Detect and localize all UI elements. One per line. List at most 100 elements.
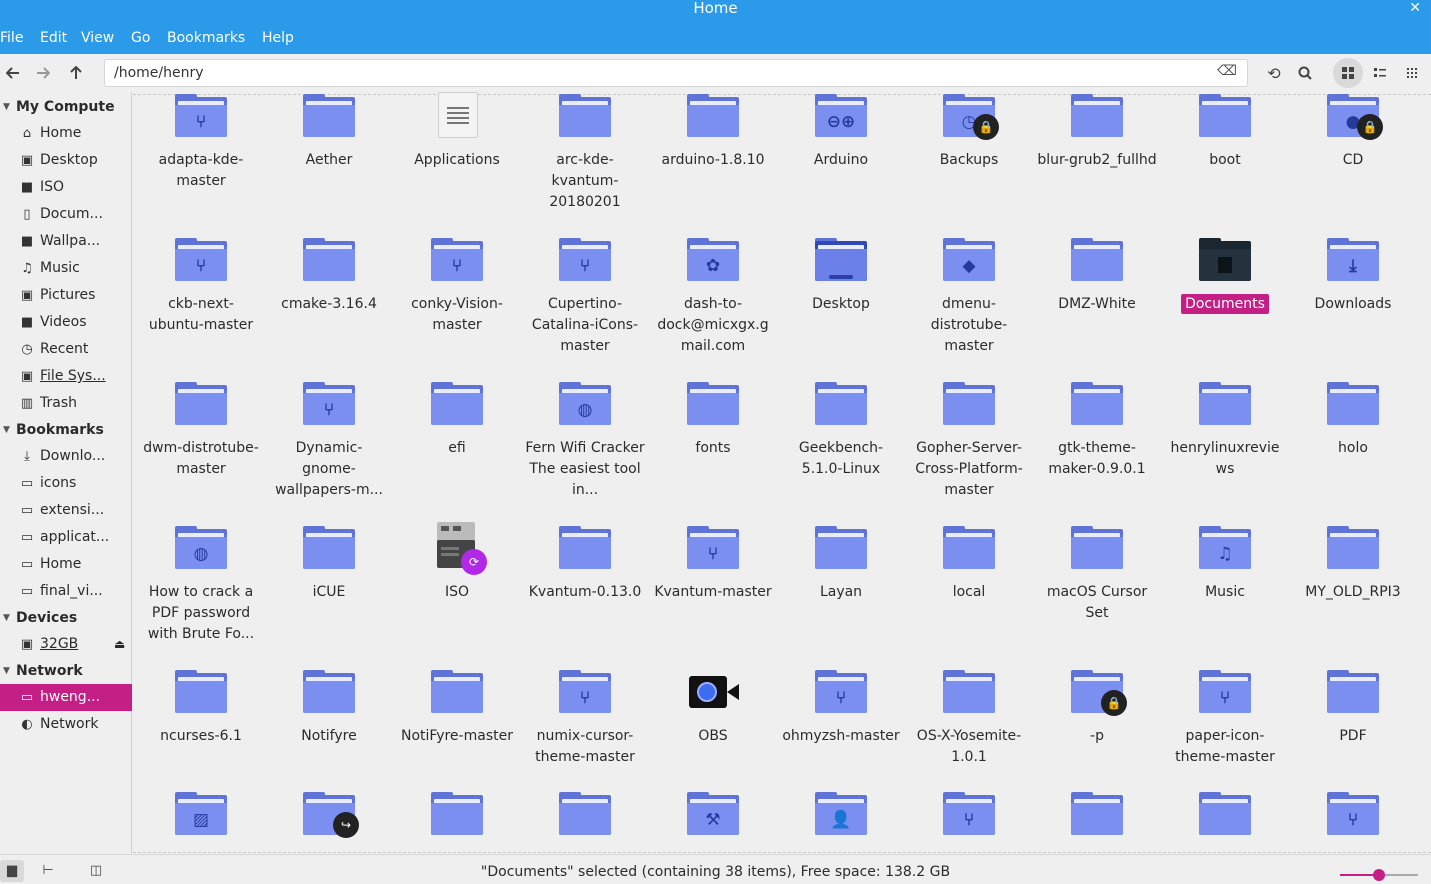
arrow-up-icon[interactable]	[64, 61, 88, 85]
file-item[interactable]: Notifyre	[265, 668, 393, 747]
arrow-right-icon[interactable]	[31, 61, 55, 85]
file-item[interactable]: Gopher-Server-Cross-Platform-master	[905, 380, 1033, 501]
file-item[interactable]: henrylinuxreviews	[1161, 380, 1289, 480]
file-item[interactable]: efi	[393, 380, 521, 459]
menu-help[interactable]: Help	[262, 30, 294, 46]
sidebar-item-wallpapers[interactable]: ■ Wallpa...	[0, 228, 132, 255]
file-item[interactable]: ⚒	[649, 790, 777, 836]
file-item[interactable]: ⑂ ohmyzsh-master	[777, 668, 905, 747]
sidebar-item-32gb[interactable]: ▣ 32GB ⏏	[0, 631, 132, 658]
compact-icon[interactable]	[1397, 58, 1427, 88]
file-item[interactable]: ⑂ Cupertino-Catalina-iCons-master	[521, 236, 649, 357]
file-item[interactable]: ⑂ adapta-kde-master	[137, 92, 265, 192]
eject-icon[interactable]: ⏏	[114, 631, 125, 658]
file-item[interactable]	[521, 790, 649, 836]
file-item[interactable]: Aether	[265, 92, 393, 171]
sidebar-item-documents[interactable]: ▯ Docum...	[0, 201, 132, 228]
file-item[interactable]: macOS Cursor Set	[1033, 524, 1161, 624]
file-item[interactable]	[1161, 790, 1289, 836]
menu-edit[interactable]: Edit	[40, 30, 67, 46]
file-item[interactable]: ⑂ Dynamic-gnome-wallpapers-m...	[265, 380, 393, 501]
file-item[interactable]: Documents	[1161, 236, 1289, 315]
search-icon[interactable]	[1293, 61, 1317, 85]
file-item[interactable]: OBS	[649, 668, 777, 747]
file-item[interactable]: ◆ dmenu-distrotube-master	[905, 236, 1033, 357]
chevron-down-icon[interactable]: ▼	[3, 95, 10, 119]
sidebar-item-home-bookmark[interactable]: ▭ Home	[0, 551, 132, 578]
file-item[interactable]: ⑂	[905, 790, 1033, 836]
file-item[interactable]: iCUE	[265, 524, 393, 603]
file-item[interactable]: ✿ dash-to-dock@micxgx.gmail.com	[649, 236, 777, 357]
file-item[interactable]: ⑂ ckb-next-ubuntu-master	[137, 236, 265, 336]
sidebar-item-applications[interactable]: ▭ applicat...	[0, 524, 132, 551]
file-item[interactable]: local	[905, 524, 1033, 603]
file-item[interactable]	[1033, 790, 1161, 836]
file-item[interactable]: DMZ-White	[1033, 236, 1161, 315]
sidebar-item-pictures[interactable]: ▣ Pictures	[0, 282, 132, 309]
chevron-down-icon[interactable]: ▼	[3, 418, 10, 442]
file-item[interactable]: MY_OLD_RPI3	[1289, 524, 1417, 603]
file-item[interactable]: ◍ Fern Wifi Cracker The easiest tool in..…	[521, 380, 649, 501]
backspace-icon[interactable]: ⌫	[1217, 63, 1237, 79]
arrow-left-icon[interactable]	[1, 61, 25, 85]
chevron-down-icon[interactable]: ▼	[3, 606, 10, 630]
file-item[interactable]: ◍ How to crack a PDF password with Brute …	[137, 524, 265, 645]
list-icon[interactable]	[1365, 58, 1395, 88]
file-item[interactable]: dwm-distrotube-master	[137, 380, 265, 480]
file-item[interactable]: ● 🔒 CD	[1289, 92, 1417, 171]
file-item[interactable]: PDF	[1289, 668, 1417, 747]
menu-go[interactable]: Go	[131, 30, 150, 46]
sidebar-item-recent[interactable]: ◷ Recent	[0, 336, 132, 363]
file-item[interactable]: ⟳ ISO	[393, 522, 521, 603]
sidebar-item-hweng[interactable]: ▭ hweng...	[0, 684, 132, 711]
file-item[interactable]: Geekbench-5.1.0-Linux	[777, 380, 905, 480]
file-item[interactable]: boot	[1161, 92, 1289, 171]
file-item[interactable]: Layan	[777, 524, 905, 603]
location-bar[interactable]: /home/henry ⌫	[104, 59, 1248, 87]
file-item[interactable]: Kvantum-0.13.0	[521, 524, 649, 603]
file-item[interactable]: ▨	[137, 790, 265, 836]
menu-file[interactable]: File	[0, 30, 23, 46]
sidebar-item-desktop[interactable]: ▣ Desktop	[0, 147, 132, 174]
file-item[interactable]: arduino-1.8.10	[649, 92, 777, 171]
section-my-computer[interactable]: ▼ My Compute	[0, 95, 132, 119]
reload-icon[interactable]: ⟲	[1262, 61, 1286, 85]
sidebar-item-iso[interactable]: ■ ISO	[0, 174, 132, 201]
zoom-handle[interactable]	[1373, 869, 1385, 881]
sidebar-item-home[interactable]: ⌂ Home	[0, 120, 132, 147]
file-item[interactable]: ↪	[265, 790, 393, 838]
sidebar-item-downloads[interactable]: ⤓ Downlo...	[0, 443, 132, 470]
file-view[interactable]: ⑂ adapta-kde-master Aether Applications arc-…	[133, 92, 1431, 854]
chevron-down-icon[interactable]: ▼	[3, 659, 10, 683]
sidebar-item-music[interactable]: ♫ Music	[0, 255, 132, 282]
sidebar-item-videos[interactable]: ■ Videos	[0, 309, 132, 336]
file-item[interactable]: ncurses-6.1	[137, 668, 265, 747]
close-icon[interactable]: ✕	[1409, 0, 1421, 16]
file-item[interactable]: ⤓ Downloads	[1289, 236, 1417, 315]
file-item[interactable]: Desktop	[777, 236, 905, 315]
file-item[interactable]: arc-kde-kvantum-20180201	[521, 92, 649, 213]
file-item[interactable]	[393, 790, 521, 836]
menu-bookmarks[interactable]: Bookmarks	[167, 30, 245, 46]
file-item[interactable]: fonts	[649, 380, 777, 459]
sidebar-item-filesystem[interactable]: ▣ File Sys...	[0, 363, 132, 390]
file-item[interactable]: ⑂ paper-icon-theme-master	[1161, 668, 1289, 768]
file-item[interactable]: ⑂	[1289, 790, 1417, 836]
file-item[interactable]: ⑂ Kvantum-master	[649, 524, 777, 603]
file-item[interactable]: ⑂ numix-cursor-theme-master	[521, 668, 649, 768]
section-network[interactable]: ▼ Network	[0, 659, 132, 683]
section-bookmarks[interactable]: ▼ Bookmarks	[0, 418, 132, 442]
file-item[interactable]: ♫ Music	[1161, 524, 1289, 603]
file-item[interactable]: ◷ 🔒 Backups	[905, 92, 1033, 171]
file-item[interactable]: ⊖⊕ Arduino	[777, 92, 905, 171]
file-item[interactable]: Applications	[393, 92, 521, 171]
file-item[interactable]: 👤	[777, 790, 905, 836]
sidebar-item-trash[interactable]: ▥ Trash	[0, 390, 132, 417]
sidebar-item-network[interactable]: ◐ Network	[0, 711, 132, 738]
zoom-slider[interactable]	[1340, 869, 1418, 881]
section-devices[interactable]: ▼ Devices	[0, 606, 132, 630]
file-item[interactable]: holo	[1289, 380, 1417, 459]
sidebar-item-final-video[interactable]: ▭ final_vi...	[0, 578, 132, 605]
sidebar-item-extensions[interactable]: ▭ extensi...	[0, 497, 132, 524]
file-item[interactable]: OS-X-Yosemite-1.0.1	[905, 668, 1033, 768]
